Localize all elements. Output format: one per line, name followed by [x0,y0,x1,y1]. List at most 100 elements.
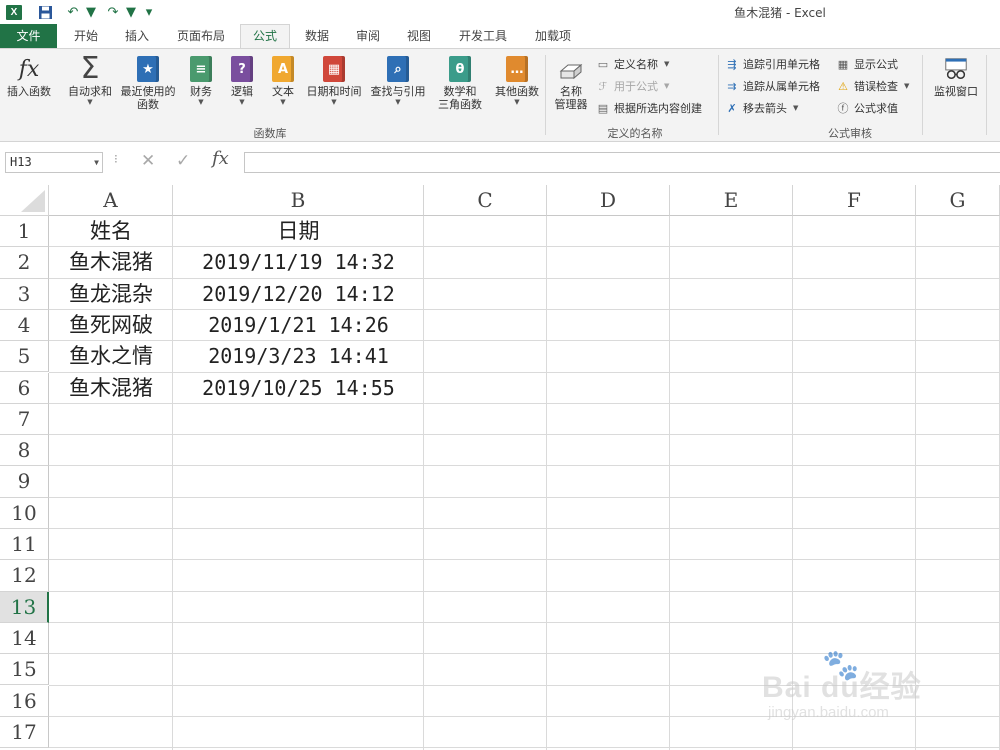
calendar-book-icon: ▦ [321,55,347,83]
cell-b3[interactable]: 2019/12/20 14:12 [173,279,424,310]
use-in-formula-button[interactable]: ℱ 用于公式 ▼ [595,76,670,96]
cell-b5[interactable]: 2019/3/23 14:41 [173,341,424,372]
column-gridline [669,216,670,750]
row-header-5[interactable]: 5 [0,341,49,373]
drag-handle-icon[interactable]: ⁝ [114,152,118,166]
evaluate-formula-button[interactable]: ⓕ 公式求值 [835,98,899,118]
trace-precedents-button[interactable]: ⇶ 追踪引用单元格 [724,54,820,74]
error-checking-button[interactable]: ⚠ 错误检查 ▼ [835,76,909,96]
define-name-button[interactable]: ▭ 定义名称 ▼ [595,54,670,74]
cell-b1[interactable]: 日期 [173,216,424,247]
watch-window-button[interactable]: 监视窗口 [928,55,984,98]
undo-icon[interactable]: ↶ [64,3,82,21]
insert-function-icon[interactable]: fx [212,148,229,169]
column-header-d[interactable]: D [547,185,670,216]
logical-button[interactable]: ? 逻辑 ▼ [226,55,258,107]
row-header-17[interactable]: 17 [0,716,49,749]
customize-icon[interactable]: ▾ [140,3,158,21]
formula-input[interactable] [244,152,1000,173]
tab-home[interactable]: 开始 [66,24,106,48]
row-header-3[interactable]: 3 [0,278,49,310]
save-icon[interactable] [36,3,54,21]
row-header-12[interactable]: 12 [0,560,49,592]
chevron-down-icon: ▼ [664,82,670,90]
cell-a2[interactable]: 鱼木混猪 [49,247,173,278]
math-trig-button[interactable]: θ 数学和 三角函数 [430,55,490,111]
more-functions-button[interactable]: … 其他函数 ▼ [490,55,544,107]
cell-b4[interactable]: 2019/1/21 14:26 [173,310,424,341]
row-header-13[interactable]: 13 [0,591,49,623]
chevron-down-icon: ▼ [664,60,670,68]
lookup-button[interactable]: ⌕ 查找与引用 ▼ [366,55,430,107]
name-box[interactable]: H13 ▼ [5,152,103,173]
cancel-icon[interactable]: ✕ [141,151,155,171]
column-header-b[interactable]: B [173,185,424,216]
tab-developer[interactable]: 开发工具 [452,24,514,48]
check-icon[interactable]: ✓ [176,151,190,171]
row-header-2[interactable]: 2 [0,247,49,279]
datetime-button[interactable]: ▦ 日期和时间 ▼ [302,55,366,107]
column-header-e[interactable]: E [670,185,793,216]
row-header-8[interactable]: 8 [0,435,49,467]
cell-a1[interactable]: 姓名 [49,216,173,247]
chevron-down-icon[interactable]: ▼ [94,153,99,172]
tab-page-layout[interactable]: 页面布局 [170,24,232,48]
row-header-11[interactable]: 11 [0,529,49,561]
tab-formulas[interactable]: 公式 [240,24,290,48]
row-header-6[interactable]: 6 [0,372,49,404]
cell-a3[interactable]: 鱼龙混杂 [49,279,173,310]
chevron-down-icon[interactable]: ▼ [82,3,100,21]
row-header-1[interactable]: 1 [0,216,49,248]
financial-button[interactable]: ≡ 财务 ▼ [184,55,218,107]
cell-b6[interactable]: 2019/10/25 14:55 [173,373,424,404]
cell-a4[interactable]: 鱼死网破 [49,310,173,341]
recent-label-1: 最近使用的 [120,85,176,98]
show-formulas-button[interactable]: ▦ 显示公式 [835,54,898,74]
column-header-g[interactable]: G [916,185,1000,216]
cell-b2[interactable]: 2019/11/19 14:32 [173,247,424,278]
row-header-14[interactable]: 14 [0,622,49,655]
column-header-c[interactable]: C [424,185,547,216]
redo-icon[interactable]: ↷ [104,3,122,21]
trace-dependents-label: 追踪从属单元格 [743,80,820,93]
recently-used-button[interactable]: ★ 最近使用的 函数 [117,55,179,111]
remove-arrows-button[interactable]: ✗ 移去箭头 ▼ [724,98,798,118]
coins-book-icon: ≡ [188,55,214,83]
tab-insert[interactable]: 插入 [117,24,157,48]
tab-review[interactable]: 审阅 [348,24,388,48]
define-name-label: 定义名称 [614,58,658,71]
row-header-10[interactable]: 10 [0,497,49,529]
select-all-triangle-icon [21,190,45,212]
chevron-down-icon: ▼ [904,82,910,90]
group-label-defined-names: 定义的名称 [607,127,663,140]
cell-a5[interactable]: 鱼水之情 [49,341,173,372]
row-header-7[interactable]: 7 [0,403,49,436]
column-header-f[interactable]: F [793,185,916,216]
chevron-down-icon[interactable]: ▼ [122,3,140,21]
tab-data[interactable]: 数据 [297,24,337,48]
math-label-2: 三角函数 [438,98,482,111]
name-manager-button[interactable]: 名称 管理器 [550,55,592,111]
column-header-a[interactable]: A [49,185,173,216]
tab-file[interactable]: 文件 [0,24,57,48]
select-all-button[interactable] [0,185,49,216]
trace-dependents-button[interactable]: ⇉ 追踪从属单元格 [724,76,820,96]
row-header-15[interactable]: 15 [0,654,49,686]
grid-select-icon: ▤ [597,101,609,115]
insert-function-label: 插入函数 [7,85,51,98]
autosum-button[interactable]: Σ 自动求和 ▼ [64,54,116,107]
use-in-formula-label: 用于公式 [614,80,658,93]
text-button[interactable]: A 文本 ▼ [267,55,299,107]
evaluate-formula-icon: ⓕ [837,102,849,115]
financial-label: 财务 [190,85,212,98]
cell-a6[interactable]: 鱼木混猪 [49,373,173,404]
row-header-16[interactable]: 16 [0,685,49,717]
name-manager-icon [558,55,584,83]
row-header-4[interactable]: 4 [0,309,49,342]
row-header-9[interactable]: 9 [0,466,49,498]
tab-view[interactable]: 视图 [399,24,439,48]
insert-function-button[interactable]: fx 插入函数 [4,55,54,99]
chevron-down-icon: ▼ [395,98,401,106]
tab-addins[interactable]: 加载项 [527,24,579,48]
create-from-selection-button[interactable]: ▤ 根据所选内容创建 [595,98,702,118]
